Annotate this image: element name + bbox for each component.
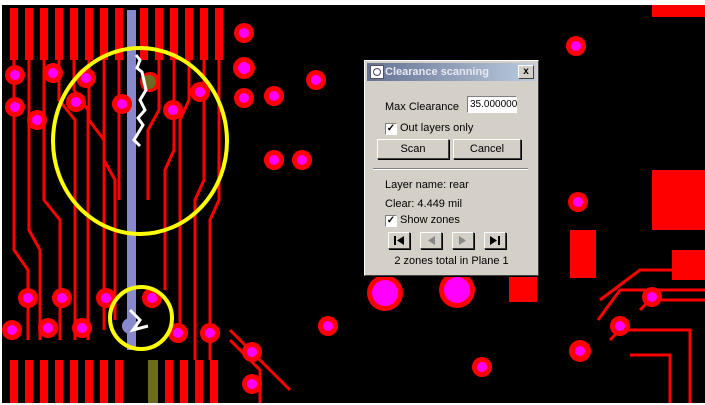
pad-top-right [652, 5, 705, 17]
out-layers-only-checkbox[interactable]: ✓ [385, 123, 397, 135]
pad-component [570, 230, 596, 278]
max-clearance-input[interactable]: 35.000000 [467, 96, 517, 113]
prev-icon [428, 236, 435, 245]
pcb-board-background [2, 5, 705, 403]
show-zones-label: Show zones [400, 214, 460, 226]
max-clearance-label: Max Clearance [385, 101, 459, 113]
out-layers-only-label: Out layers only [400, 122, 474, 134]
selected-net-trace [127, 10, 136, 350]
layer-name-text: Layer name: rear [385, 179, 469, 191]
pad-square [509, 276, 537, 302]
show-zones-checkbox[interactable]: ✓ [385, 215, 397, 227]
zones-total-text: 2 zones total in Plane 1 [394, 255, 509, 267]
first-icon [394, 236, 404, 245]
last-zone-button[interactable] [484, 232, 506, 249]
pcb-layout-canvas[interactable] [0, 0, 705, 405]
clear-value-text: Clear: 4.449 mil [385, 198, 463, 210]
first-zone-button[interactable] [388, 232, 410, 249]
cancel-button[interactable]: Cancel [453, 139, 521, 159]
last-icon [490, 236, 500, 245]
next-icon [459, 236, 466, 245]
dialog-title: Clearance scanning [385, 66, 489, 78]
dialog-separator [373, 168, 528, 170]
pad-right-small [672, 250, 705, 280]
close-button[interactable]: x [518, 65, 534, 79]
selected-net-finger [148, 360, 158, 403]
clearance-scanning-dialog: Clearance scanning x Max Clearance 35.00… [364, 60, 539, 276]
pad-right [652, 170, 705, 230]
next-zone-button[interactable] [452, 232, 474, 249]
prev-zone-button[interactable] [420, 232, 442, 249]
scan-button[interactable]: Scan [377, 139, 449, 159]
app-icon [370, 65, 384, 79]
